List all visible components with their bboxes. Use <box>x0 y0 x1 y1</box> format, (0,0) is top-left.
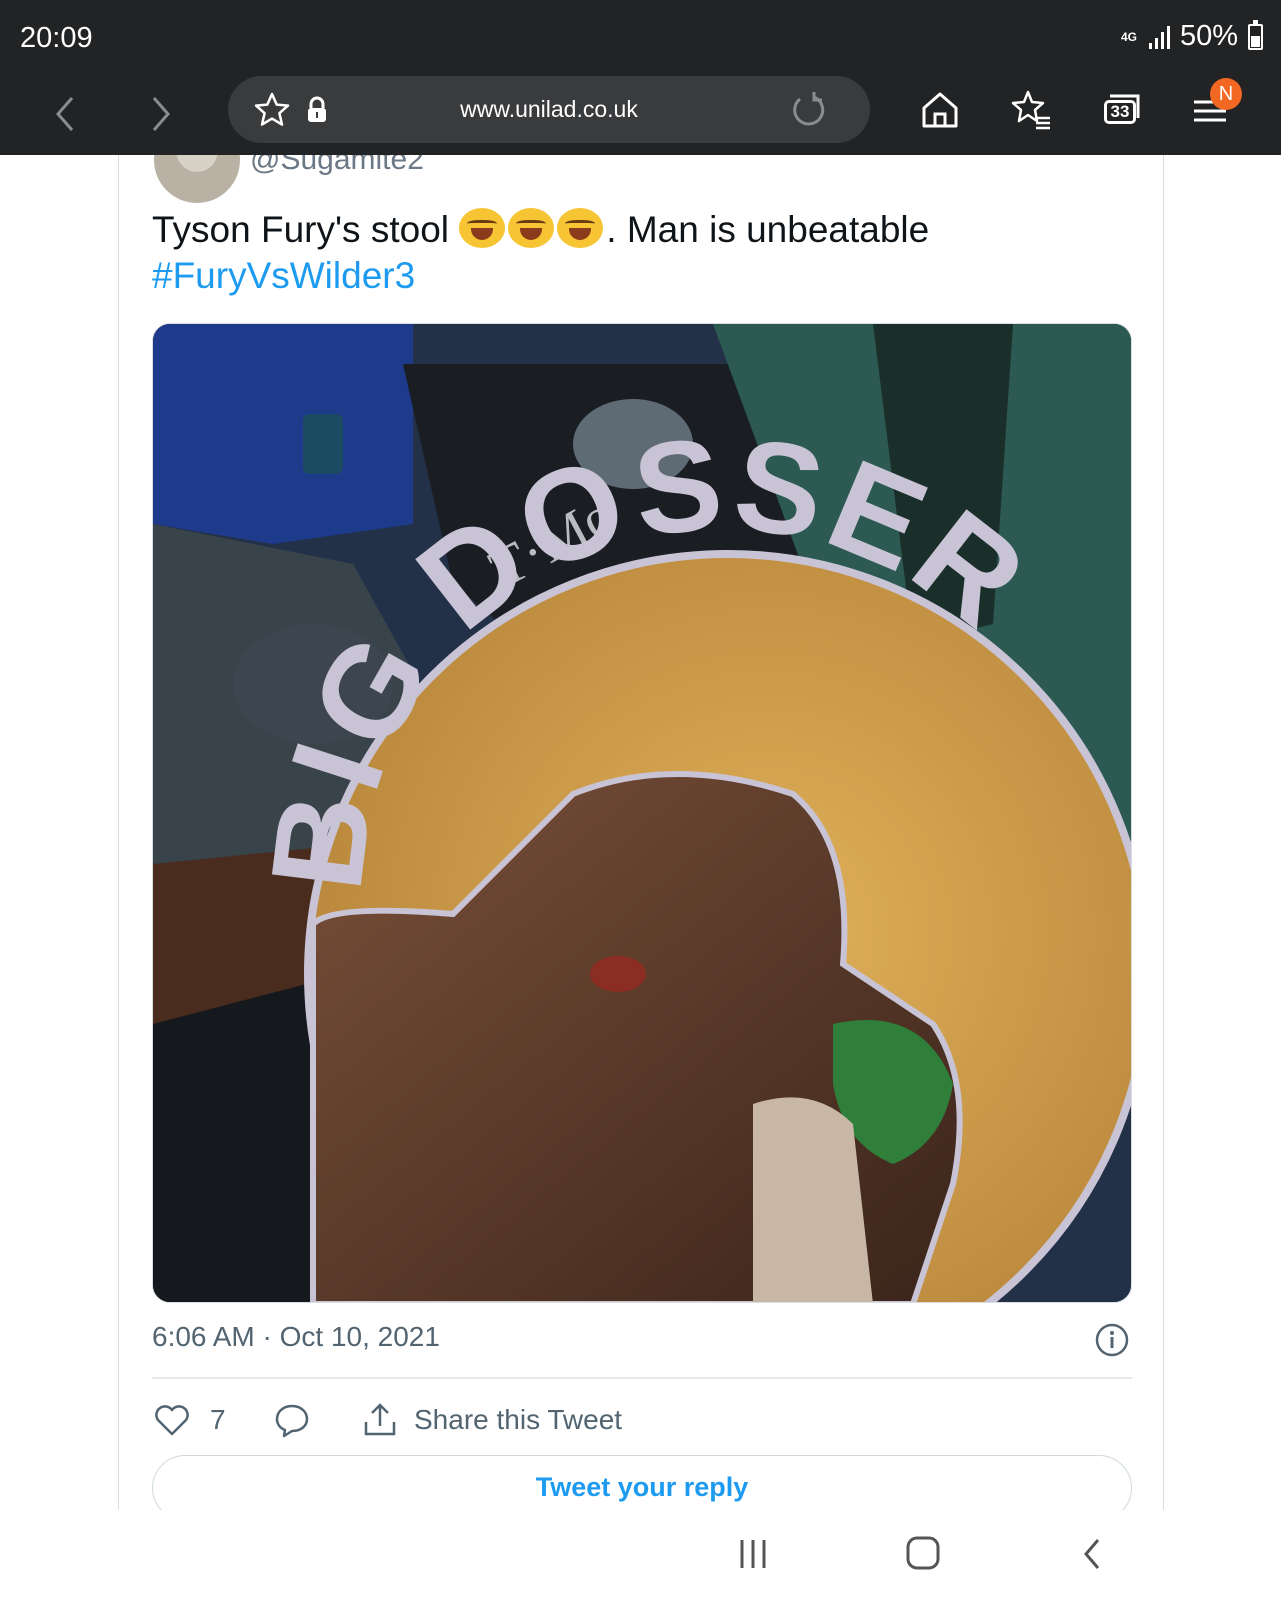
status-bar: 20:09 4G 50% <box>0 0 1281 76</box>
info-icon[interactable] <box>1094 1322 1130 1358</box>
recent-apps-icon[interactable] <box>728 1532 778 1576</box>
status-time: 20:09 <box>20 22 93 54</box>
comment-icon <box>275 1404 309 1438</box>
bookmarks-icon[interactable] <box>1006 86 1054 134</box>
address-bar[interactable]: www.unilad.co.uk <box>228 76 870 143</box>
back-icon[interactable] <box>44 92 88 136</box>
share-icon <box>364 1403 396 1436</box>
laughing-emoji-icon <box>557 208 604 248</box>
reload-icon[interactable] <box>788 90 828 130</box>
tweet-reply-button[interactable]: Tweet your reply <box>152 1455 1132 1510</box>
forward-icon[interactable] <box>138 92 182 136</box>
share-button[interactable]: Share this Tweet <box>360 1395 622 1445</box>
home-icon[interactable] <box>916 86 964 134</box>
hashtag-link[interactable]: #FuryVsWilder3 <box>152 253 415 299</box>
tweet-text-part1: Tyson Fury's stool <box>152 209 460 250</box>
status-indicators: 4G 50% <box>1119 19 1263 53</box>
tweet-actions: 7 Share this Tweet <box>152 1395 1132 1445</box>
notification-badge: N <box>1210 78 1242 110</box>
laughing-emoji-icon <box>459 208 506 248</box>
browser-toolbar: www.unilad.co.uk 33 N <box>0 76 1281 155</box>
home-nav-icon[interactable] <box>898 1532 948 1576</box>
reply-button[interactable] <box>272 1395 312 1445</box>
battery-percent: 50% <box>1179 20 1238 52</box>
network-type-label: 4G <box>1120 29 1137 44</box>
tweet-timestamp[interactable]: 6:06 AM · Oct 10, 2021 <box>152 1321 440 1353</box>
avatar[interactable] <box>154 155 240 203</box>
url-text: www.unilad.co.uk <box>460 96 638 122</box>
tabs-icon[interactable]: 33 <box>1096 86 1144 134</box>
tweet-photo[interactable]: T·Mo BIG DOSSER <box>152 323 1132 1303</box>
tweet-text-part2: . Man is unbeatable <box>606 209 930 250</box>
photo-illustration: T·Mo BIG DOSSER <box>153 324 1131 1302</box>
back-nav-icon[interactable] <box>1068 1532 1118 1576</box>
user-handle[interactable]: @Sugamite2 <box>250 155 424 177</box>
heart-icon <box>155 1405 189 1436</box>
system-nav-bar <box>0 1510 1281 1600</box>
battery-icon <box>1248 19 1263 50</box>
like-count: 7 <box>210 1404 226 1435</box>
share-label: Share this Tweet <box>414 1404 623 1435</box>
tweet-text: Tyson Fury's stool . Man is unbeatable #… <box>152 207 1132 299</box>
divider <box>152 1377 1132 1379</box>
tweet-card: @Sugamite2 Tyson Fury's stool . Man is u… <box>118 155 1164 1510</box>
signal-icon <box>1148 25 1170 49</box>
laughing-emoji-icon <box>508 208 555 248</box>
like-button[interactable]: 7 <box>152 1395 226 1445</box>
